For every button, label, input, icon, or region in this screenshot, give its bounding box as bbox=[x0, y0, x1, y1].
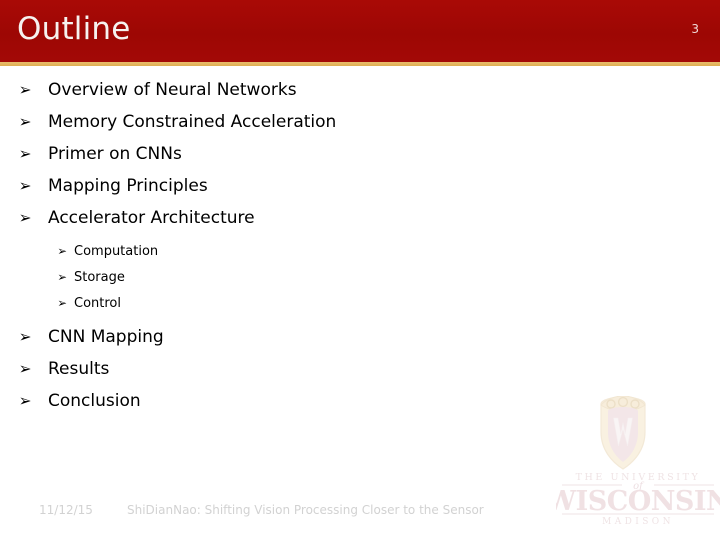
footer-presentation-title: ShiDianNao: Shifting Vision Processing C… bbox=[127, 503, 484, 517]
outline-item: ➢ Conclusion bbox=[0, 391, 720, 423]
bullet-arrow-icon: ➢ bbox=[18, 112, 32, 131]
outline-item-label: Results bbox=[48, 359, 110, 379]
outline-item-label: Storage bbox=[74, 270, 125, 285]
outline-item-label: Mapping Principles bbox=[48, 176, 208, 196]
bullet-arrow-icon: ➢ bbox=[57, 270, 67, 284]
outline-subgroup: ➢ Computation ➢ Storage ➢ Control bbox=[0, 244, 720, 322]
outline-item: ➢ Primer on CNNs bbox=[0, 144, 720, 176]
outline-subitem: ➢ Control bbox=[0, 296, 720, 322]
bullet-arrow-icon: ➢ bbox=[18, 359, 32, 378]
bullet-arrow-icon: ➢ bbox=[57, 296, 67, 310]
outline-item: ➢ Results bbox=[0, 359, 720, 391]
outline-item-label: CNN Mapping bbox=[48, 327, 164, 347]
outline-item-label: Control bbox=[74, 296, 121, 311]
page-title: Outline bbox=[17, 11, 131, 47]
outline-item-label: Computation bbox=[74, 244, 159, 259]
bullet-arrow-icon: ➢ bbox=[18, 208, 32, 227]
bullet-arrow-icon: ➢ bbox=[57, 244, 67, 258]
outline-item: ➢ Mapping Principles bbox=[0, 176, 720, 208]
outline-item: ➢ Memory Constrained Acceleration bbox=[0, 112, 720, 144]
outline-list: ➢ Overview of Neural Networks ➢ Memory Cons… bbox=[0, 80, 720, 423]
outline-item: ➢ CNN Mapping bbox=[0, 327, 720, 359]
bullet-arrow-icon: ➢ bbox=[18, 80, 32, 99]
bullet-arrow-icon: ➢ bbox=[18, 144, 32, 163]
bullet-arrow-icon: ➢ bbox=[18, 176, 32, 195]
outline-item-label: Overview of Neural Networks bbox=[48, 80, 297, 100]
outline-item-label: Accelerator Architecture bbox=[48, 208, 255, 228]
outline-item: ➢ Accelerator Architecture bbox=[0, 208, 720, 240]
outline-subitem: ➢ Storage bbox=[0, 270, 720, 296]
page-number: 3 bbox=[691, 22, 699, 36]
footer-date: 11/12/15 bbox=[39, 503, 93, 517]
bullet-arrow-icon: ➢ bbox=[18, 391, 32, 410]
outline-subitem: ➢ Computation bbox=[0, 244, 720, 270]
outline-item-label: Conclusion bbox=[48, 391, 141, 411]
outline-item-label: Primer on CNNs bbox=[48, 144, 182, 164]
slide-footer: 11/12/15 ShiDianNao: Shifting Vision Pro… bbox=[0, 500, 720, 520]
bullet-arrow-icon: ➢ bbox=[18, 327, 32, 346]
header-accent-line bbox=[0, 62, 720, 66]
outline-item-label: Memory Constrained Acceleration bbox=[48, 112, 337, 132]
svg-text:THE UNIVERSITY: THE UNIVERSITY bbox=[576, 472, 701, 483]
svg-text:of: of bbox=[633, 481, 645, 492]
outline-item: ➢ Overview of Neural Networks bbox=[0, 80, 720, 112]
